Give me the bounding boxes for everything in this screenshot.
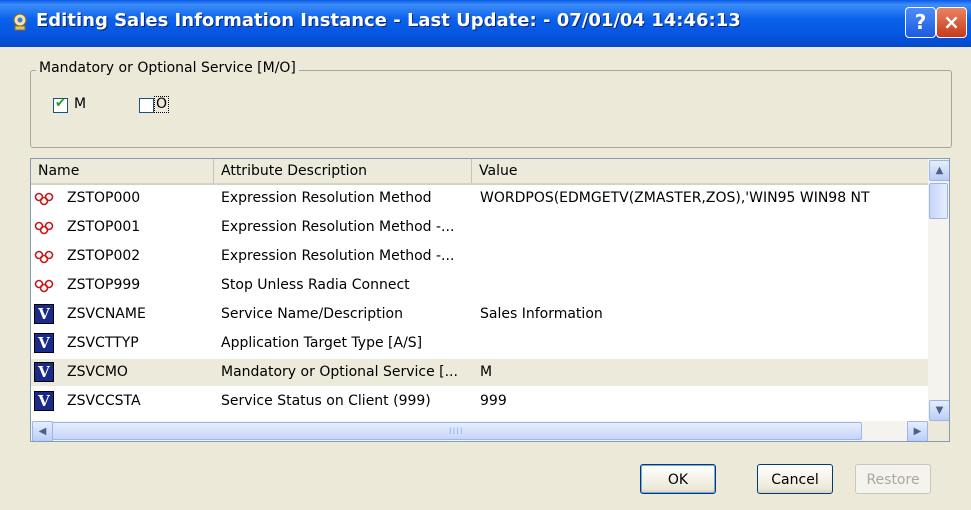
groupbox-label: Mandatory or Optional Service [M/O]: [36, 60, 299, 76]
check-icon: ✔: [55, 96, 66, 111]
attribute-name: ZSVCNAME: [67, 306, 146, 322]
list-header: Name Attribute Description Value: [31, 159, 928, 185]
stop-expression-icon: [34, 192, 54, 206]
vertical-scrollbar[interactable]: ▲ ▼: [928, 159, 949, 421]
attribute-description: Mandatory or Optional Service [...: [221, 364, 458, 380]
stop-expression-icon: [34, 279, 54, 293]
mandatory-checkbox[interactable]: ✔: [53, 96, 68, 113]
table-row[interactable]: V ZSVCMO Mandatory or Optional Service [..…: [31, 359, 928, 386]
attribute-name: ZSVCCSTA: [67, 393, 141, 409]
attribute-value: Sales Information: [480, 306, 603, 322]
attribute-value: M: [480, 364, 493, 380]
attribute-name: ZSTOP000: [67, 190, 141, 206]
table-row[interactable]: V ZSVCCSTA Service Status on Client (999) 9…: [31, 388, 928, 415]
variable-icon: V: [34, 362, 54, 382]
mandatory-checkbox-label[interactable]: M: [74, 96, 86, 112]
attribute-value: [480, 243, 928, 270]
attribute-value: [480, 272, 928, 299]
horizontal-scroll-thumb[interactable]: IIII: [52, 422, 862, 440]
attribute-description: Stop Unless Radia Connect: [221, 277, 410, 293]
optional-checkbox-label[interactable]: O: [154, 96, 170, 113]
attribute-value: WORDPOS(EDMGETV(ZMASTER,ZOS),'WIN95 WIN9…: [480, 190, 870, 206]
variable-icon: V: [34, 391, 54, 411]
title-bar[interactable]: Editing Sales Information Instance - Las…: [0, 0, 971, 47]
attribute-name: ZSTOP001: [67, 219, 141, 235]
scroll-grip: IIII: [449, 427, 464, 437]
attribute-name: ZSTOP002: [67, 248, 141, 264]
instance-icon: [13, 13, 27, 31]
attribute-name: ZSVCTTYP: [67, 335, 139, 351]
table-row[interactable]: ZSTOP002 Expression Resolution Method -..…: [31, 243, 928, 270]
scroll-up-button[interactable]: ▲: [929, 160, 949, 181]
window-title: Editing Sales Information Instance - Las…: [36, 10, 741, 31]
scrollbar-corner: [928, 421, 949, 441]
attribute-description: Expression Resolution Method -...: [221, 248, 455, 264]
column-header-description[interactable]: Attribute Description: [214, 159, 472, 183]
scroll-left-button[interactable]: ◀: [32, 421, 53, 441]
stop-expression-icon: [34, 250, 54, 264]
attribute-description: Service Name/Description: [221, 306, 403, 322]
table-row[interactable]: V ZSVCNAME Service Name/Description Sales I…: [31, 301, 928, 328]
vertical-scroll-thumb[interactable]: [929, 183, 948, 219]
attribute-list[interactable]: Name Attribute Description Value ZSTOP00…: [30, 158, 950, 442]
attribute-description: Expression Resolution Method -...: [221, 219, 455, 235]
column-header-value[interactable]: Value: [472, 159, 928, 183]
optional-checkbox[interactable]: [139, 98, 154, 113]
scroll-right-button[interactable]: ▶: [907, 421, 928, 441]
attribute-value: 999: [480, 393, 507, 409]
table-row[interactable]: V ZSVCTTYP Application Target Type [A/S]: [31, 330, 928, 357]
ok-button[interactable]: OK: [640, 464, 716, 494]
attribute-value: [480, 214, 928, 241]
variable-icon: V: [34, 304, 54, 324]
table-row[interactable]: ZSTOP001 Expression Resolution Method -..…: [31, 214, 928, 241]
attribute-description: Expression Resolution Method: [221, 190, 432, 206]
table-row[interactable]: ZSTOP999 Stop Unless Radia Connect: [31, 272, 928, 299]
scroll-down-button[interactable]: ▼: [929, 400, 949, 421]
cancel-button[interactable]: Cancel: [757, 464, 833, 494]
attribute-value: [480, 330, 928, 357]
stop-expression-icon: [34, 221, 54, 235]
attribute-description: Service Status on Client (999): [221, 393, 431, 409]
close-button[interactable]: ×: [936, 7, 967, 38]
column-header-name[interactable]: Name: [31, 159, 214, 183]
attribute-description: Application Target Type [A/S]: [221, 335, 423, 351]
table-row[interactable]: ZSTOP000 Expression Resolution Method WORD…: [31, 185, 928, 212]
edit-instance-dialog: Editing Sales Information Instance - Las…: [0, 0, 971, 510]
restore-button[interactable]: Restore: [855, 464, 931, 494]
attribute-name: ZSTOP999: [67, 277, 141, 293]
variable-icon: V: [34, 333, 54, 353]
attribute-name: ZSVCMO: [67, 364, 128, 380]
help-button[interactable]: ?: [905, 7, 936, 38]
horizontal-scrollbar[interactable]: ◀ IIII ▶: [31, 421, 928, 441]
